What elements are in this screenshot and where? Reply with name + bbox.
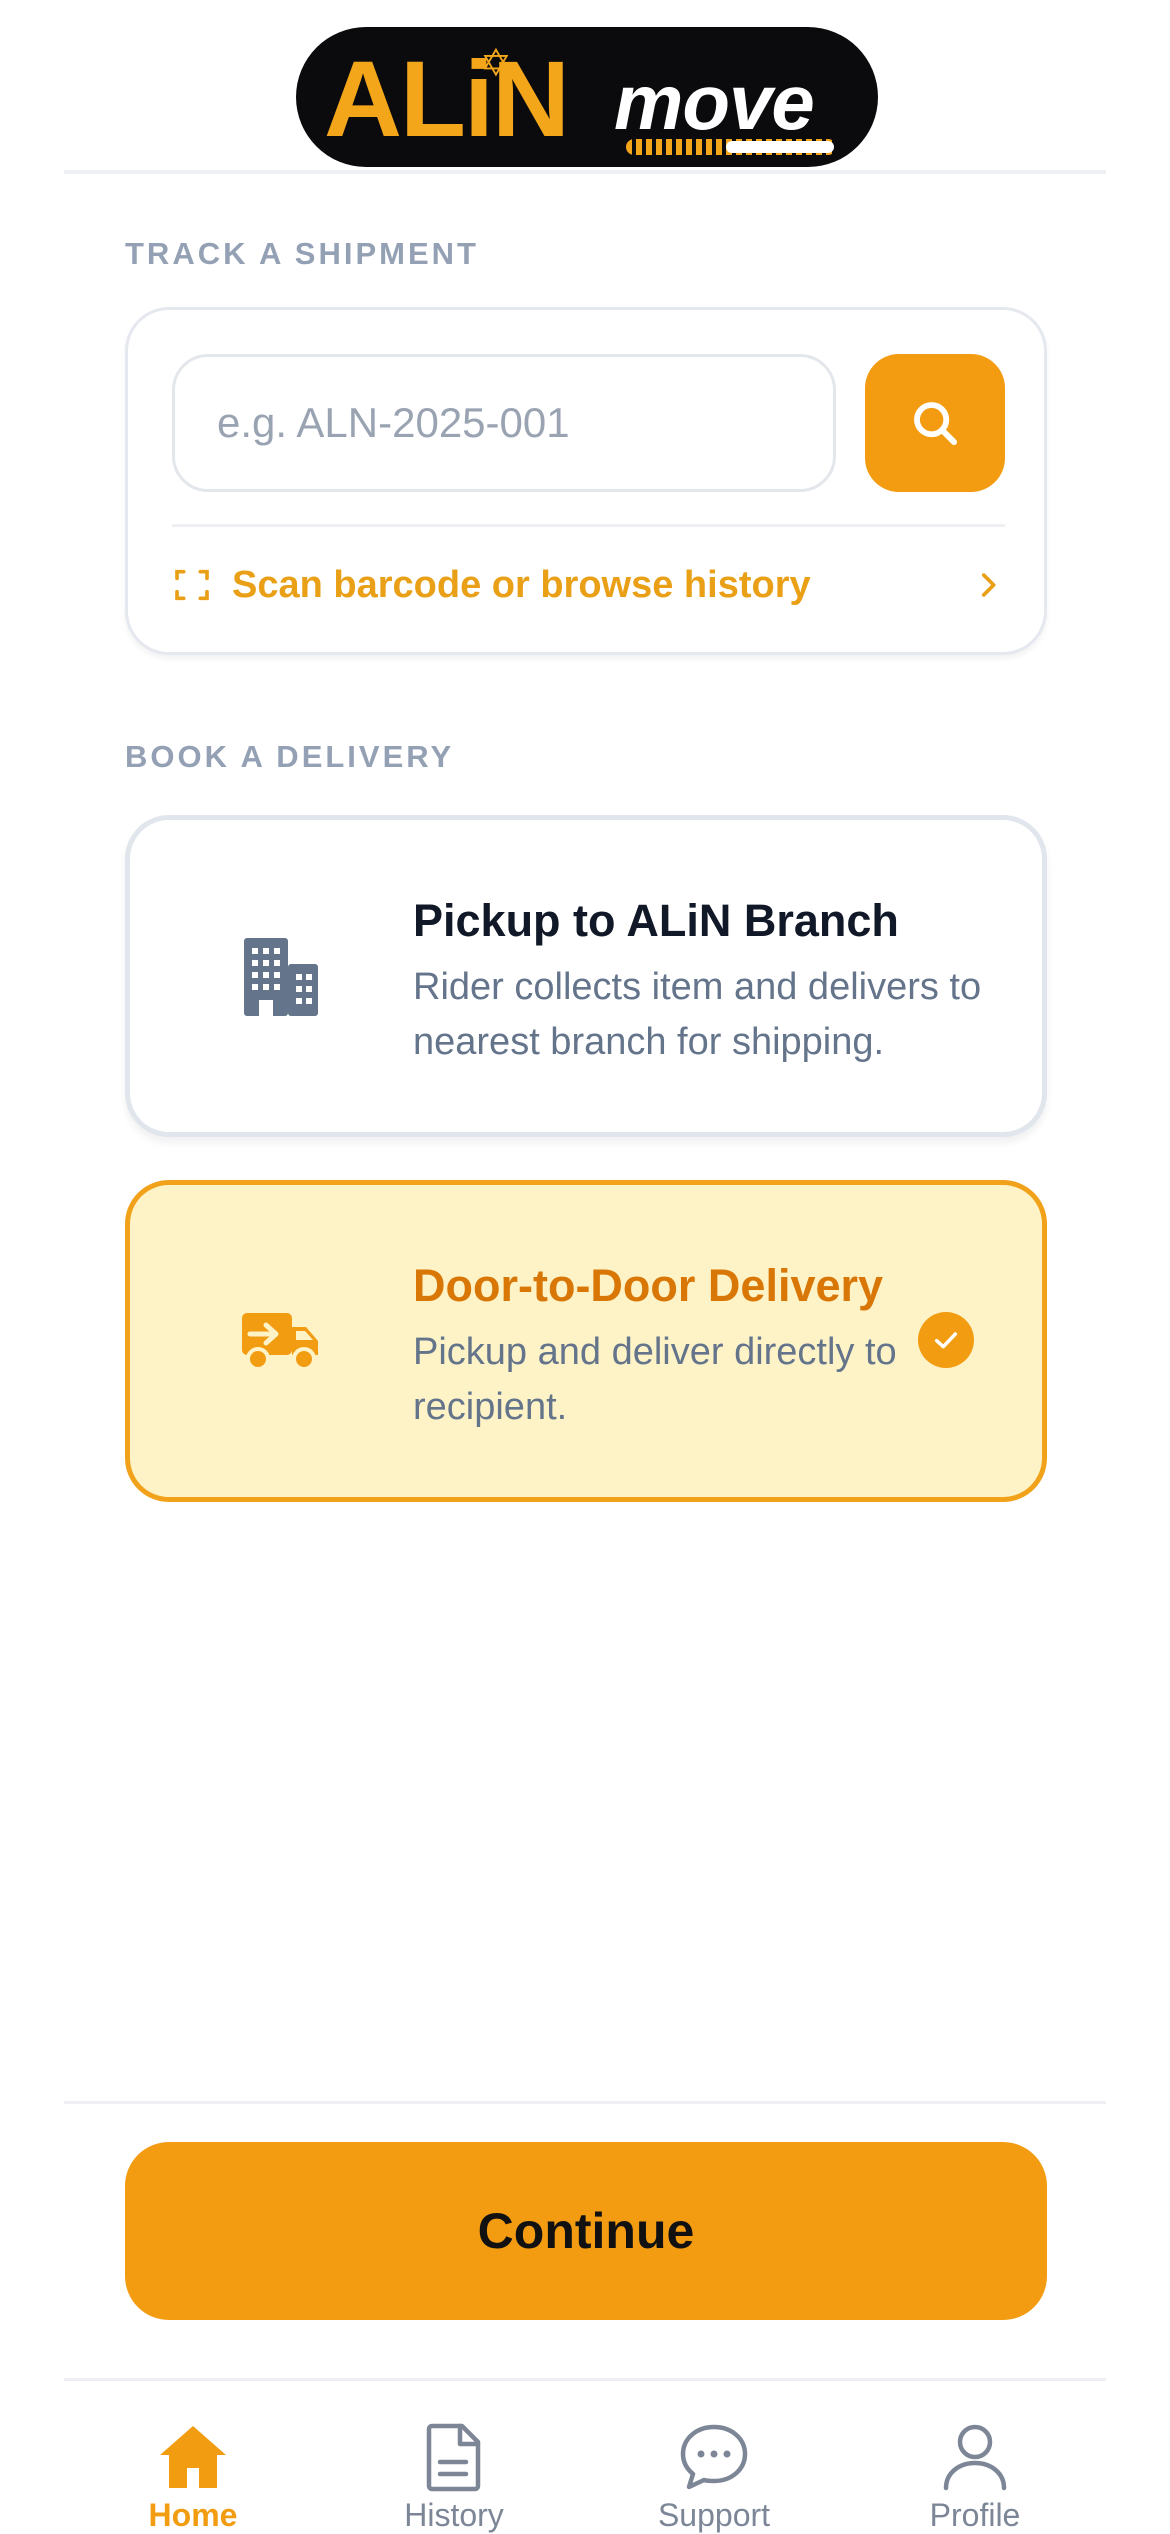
- option-description: Rider collects item and delivers to near…: [413, 966, 982, 1063]
- nav-item-history[interactable]: History: [354, 2381, 554, 2533]
- track-card-divider: [172, 524, 1005, 527]
- nav-label-support: Support: [657, 2497, 771, 2533]
- building-icon: [238, 934, 324, 1020]
- document-icon: [414, 2417, 494, 2497]
- scan-icon: [172, 565, 212, 605]
- door-to-door-option[interactable]: Door-to-Door Delivery Pickup and deliver…: [125, 1180, 1047, 1502]
- alin-move-logo: ALiN ✡ move: [296, 27, 878, 167]
- home-icon: [153, 2417, 233, 2497]
- nav-item-support[interactable]: Support: [614, 2381, 814, 2533]
- nav-label-profile: Profile: [929, 2497, 1021, 2533]
- book-section-label: BOOK A DELIVERY: [125, 739, 455, 774]
- tracking-number-input[interactable]: [172, 354, 836, 492]
- chat-icon: [674, 2417, 754, 2497]
- search-button[interactable]: [865, 354, 1005, 492]
- nav-item-home[interactable]: Home: [93, 2381, 293, 2533]
- header-divider: [64, 170, 1106, 174]
- track-shipment-card: Scan barcode or browse history: [125, 307, 1047, 655]
- app-header: ALiN ✡ move: [0, 0, 1170, 170]
- track-section-label: TRACK A SHIPMENT: [125, 236, 479, 271]
- footer-divider: [64, 2101, 1106, 2104]
- speed-bar-decoration: [726, 141, 834, 153]
- user-icon: [935, 2417, 1015, 2497]
- option-title: Pickup to ALiN Branch: [413, 895, 899, 946]
- pickup-to-branch-option[interactable]: Pickup to ALiN Branch Rider collects ite…: [125, 815, 1047, 1137]
- search-icon: [908, 396, 962, 450]
- star-icon: ✡: [480, 43, 512, 85]
- nav-label-history: History: [404, 2497, 504, 2533]
- chevron-right-icon: [971, 568, 1005, 602]
- check-circle-icon: [918, 1312, 974, 1368]
- option-description: Pickup and deliver directly to recipient…: [413, 1331, 897, 1428]
- option-title: Door-to-Door Delivery: [413, 1260, 884, 1311]
- scan-barcode-label: Scan barcode or browse history: [232, 563, 811, 606]
- nav-item-profile[interactable]: Profile: [875, 2381, 1075, 2533]
- logo-wordmark: ALiN: [324, 38, 570, 159]
- logo-subword: move: [614, 58, 815, 146]
- continue-button[interactable]: Continue: [125, 2142, 1047, 2320]
- truck-icon: [238, 1299, 324, 1385]
- scan-barcode-link[interactable]: Scan barcode or browse history: [172, 550, 1005, 620]
- bottom-navigation: Home History Support Profile: [0, 2381, 1170, 2533]
- nav-label-home: Home: [148, 2497, 238, 2533]
